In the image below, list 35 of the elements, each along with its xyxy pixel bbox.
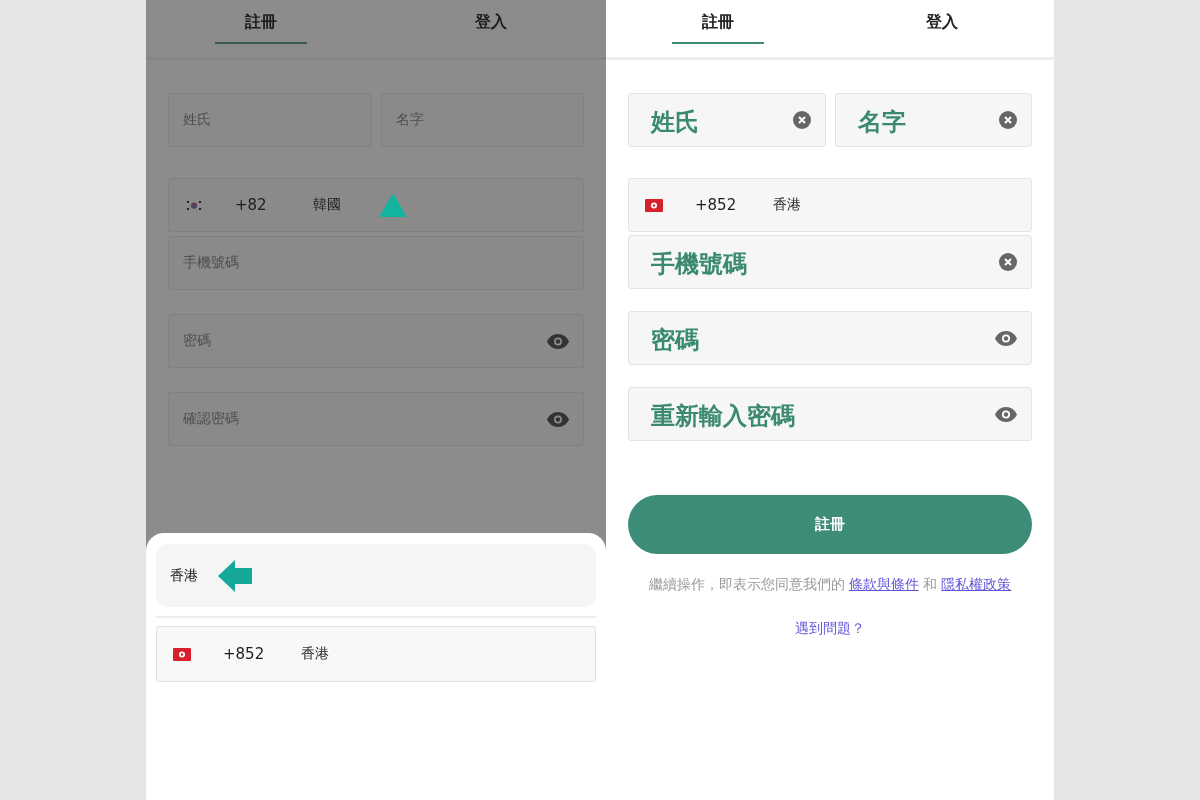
eye-icon[interactable]: [547, 411, 569, 427]
country-selector[interactable]: +852 香港: [628, 178, 1032, 232]
input-field[interactable]: 重新輸入密碼: [628, 387, 1032, 441]
up-arrow-icon: [379, 193, 407, 217]
tab[interactable]: 註冊: [146, 0, 376, 57]
left-arrow-icon: [218, 559, 252, 592]
input-field[interactable]: 名字: [834, 93, 1032, 147]
tab[interactable]: 註冊: [606, 0, 830, 57]
search-field[interactable]: 香港: [156, 544, 596, 607]
clear-icon[interactable]: [999, 253, 1017, 271]
input-field[interactable]: 密碼: [628, 311, 1032, 365]
eye-icon[interactable]: [995, 330, 1017, 346]
clear-icon[interactable]: [999, 111, 1017, 129]
tab[interactable]: 登入: [376, 0, 606, 57]
clear-icon[interactable]: [792, 111, 811, 129]
help-link[interactable]: 遇到問題？: [795, 620, 865, 638]
register-button[interactable]: 註冊: [628, 495, 1032, 554]
privacy-link[interactable]: 隱私權政策: [941, 576, 1012, 592]
input-field[interactable]: 手機號碼: [168, 236, 584, 290]
tab[interactable]: 登入: [830, 0, 1054, 57]
country-selector[interactable]: +82 韓國: [168, 178, 584, 232]
terms-text: 繼續操作，即表示您同意我們的 條款與條件 和 隱私權政策: [647, 576, 1013, 594]
input-field[interactable]: 確認密碼: [168, 392, 584, 446]
eye-icon[interactable]: [547, 333, 569, 349]
eye-icon[interactable]: [995, 406, 1017, 422]
country-option[interactable]: +852 香港: [156, 626, 596, 682]
input-field[interactable]: 手機號碼: [628, 235, 1032, 289]
terms-link[interactable]: 條款與條件: [848, 576, 919, 592]
flag-icon: [185, 198, 203, 212]
flag-icon: [645, 198, 663, 212]
input-field[interactable]: 密碼: [168, 314, 584, 368]
input-field[interactable]: 姓氏: [168, 93, 372, 147]
input-field[interactable]: 名字: [380, 93, 584, 147]
flag-icon: [173, 647, 191, 661]
input-field[interactable]: 姓氏: [628, 93, 826, 147]
